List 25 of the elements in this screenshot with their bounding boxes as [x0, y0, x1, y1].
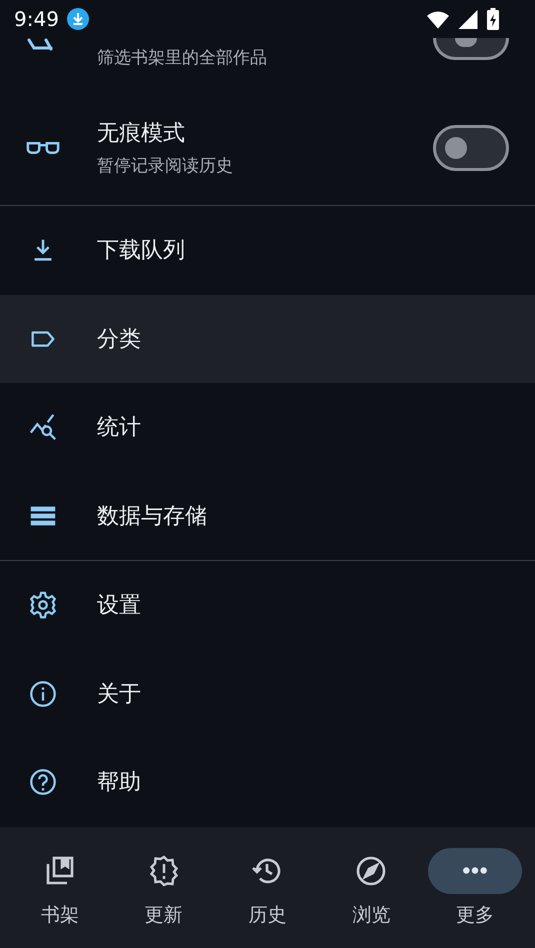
wifi-icon — [427, 10, 449, 28]
menu-item[interactable]: 数据与存储 — [0, 472, 535, 560]
battery-icon — [487, 8, 499, 30]
toggle-switch[interactable] — [433, 38, 509, 60]
setting-title: 无痕模式 — [97, 120, 186, 148]
menu-item[interactable]: 帮助 — [0, 738, 535, 826]
books-icon — [44, 854, 76, 886]
more-icon — [462, 866, 488, 875]
setting-description: 筛选书架里的全部作品 — [97, 47, 267, 69]
nav-tab[interactable]: 更新 — [112, 848, 216, 928]
nav-tab[interactable]: 历史 — [216, 848, 320, 928]
menu-item[interactable]: 设置 — [0, 561, 535, 650]
setting-description: 暂停记录阅读历史 — [97, 155, 234, 177]
download-icon — [66, 8, 89, 30]
nav-tab[interactable]: 书架 — [8, 848, 112, 928]
signal-icon — [457, 10, 479, 28]
nav-tab[interactable]: 浏览 — [319, 848, 424, 928]
menu-item[interactable]: 下载队列 — [0, 206, 535, 294]
menu-item[interactable]: 统计 — [0, 383, 535, 472]
toggle-switch[interactable] — [433, 124, 509, 170]
compass-icon — [355, 854, 388, 886]
menu-item[interactable]: 分类 — [0, 294, 535, 383]
clock: 9:49 — [14, 7, 59, 31]
menu-item[interactable]: 关于 — [0, 650, 535, 738]
alert-badge-icon — [148, 854, 180, 886]
